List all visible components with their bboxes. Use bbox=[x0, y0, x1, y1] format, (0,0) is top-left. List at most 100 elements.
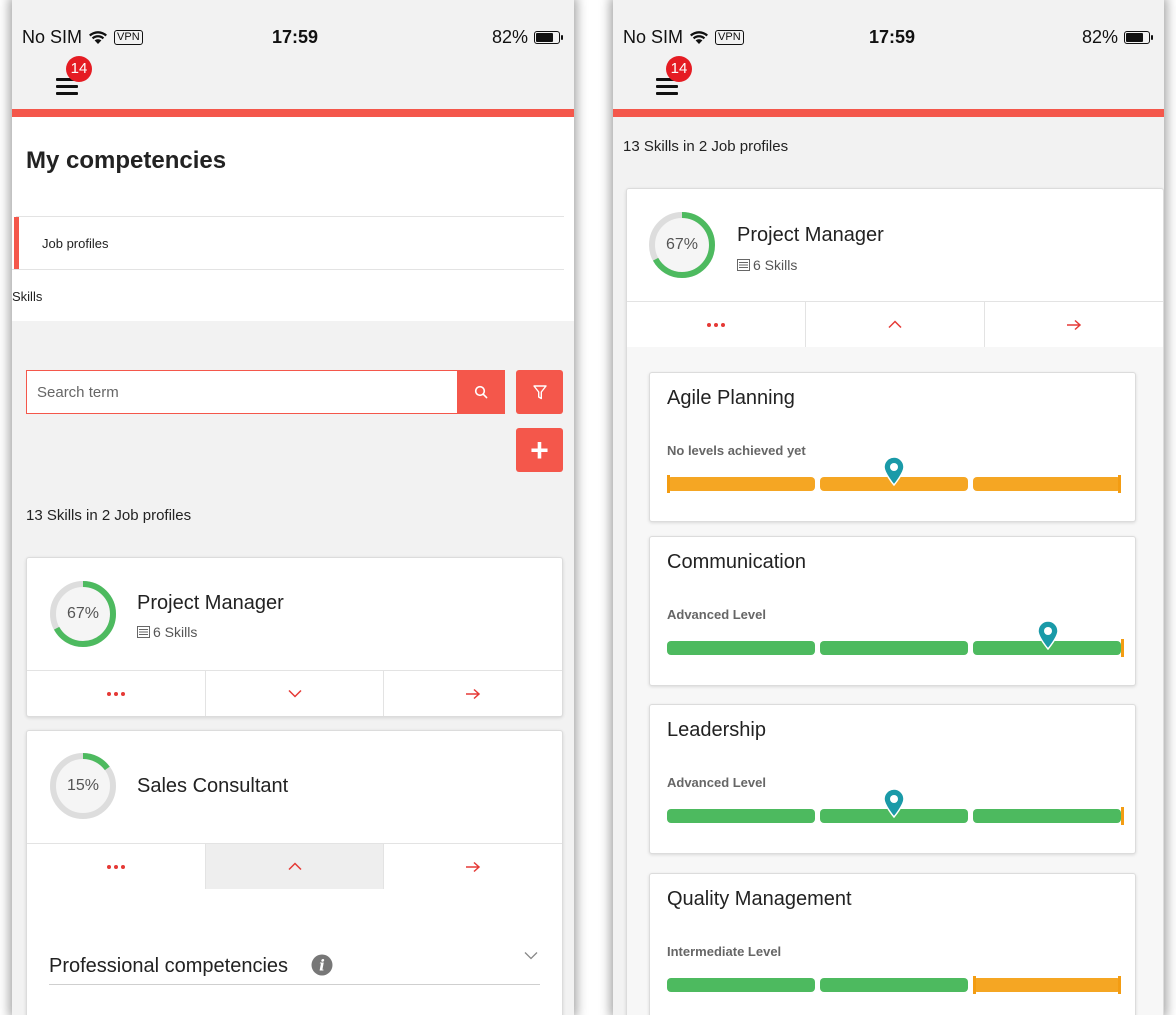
tab-skills[interactable]: Skills bbox=[12, 269, 564, 322]
accent-bar bbox=[613, 109, 1164, 117]
plus-icon: + bbox=[530, 432, 549, 468]
battery-icon bbox=[1124, 31, 1153, 44]
level-segment bbox=[973, 477, 1121, 491]
open-button[interactable] bbox=[384, 671, 562, 716]
add-button[interactable]: + bbox=[516, 428, 563, 472]
list-icon bbox=[137, 626, 150, 638]
skill-name: Quality Management bbox=[667, 888, 852, 910]
target-bracket bbox=[1121, 807, 1124, 825]
professional-competencies-section[interactable]: Professional competencies i bbox=[49, 951, 540, 985]
job-title: Project Manager bbox=[737, 224, 884, 246]
chevron-down-icon bbox=[287, 689, 302, 698]
more-dots-icon bbox=[707, 322, 725, 327]
progress-ring: 67% bbox=[49, 580, 117, 648]
menu-button[interactable]: 14 bbox=[56, 56, 92, 96]
level-bar bbox=[667, 621, 1124, 669]
level-bar bbox=[667, 457, 1121, 505]
menu-button[interactable]: 14 bbox=[656, 56, 692, 96]
more-button[interactable] bbox=[27, 671, 206, 716]
more-dots-icon bbox=[106, 691, 125, 696]
list-icon bbox=[737, 259, 750, 271]
skill-name: Communication bbox=[667, 551, 806, 573]
open-button[interactable] bbox=[985, 302, 1163, 347]
level-segment bbox=[820, 641, 968, 655]
job-card-sales-consultant: 15% Sales Consultant Professional compet… bbox=[26, 730, 563, 1015]
level-segment bbox=[667, 641, 815, 655]
carrier-label: No SIM bbox=[623, 27, 684, 47]
clock: 17:59 bbox=[869, 27, 916, 47]
notification-badge: 14 bbox=[666, 56, 692, 82]
phone-left: No SIM VPN 17:59 82% 14 My competencies … bbox=[12, 0, 574, 1015]
search-button[interactable] bbox=[457, 371, 504, 413]
target-bracket bbox=[973, 976, 976, 994]
skill-name: Agile Planning bbox=[667, 387, 795, 409]
summary-text: 13 Skills in 2 Job profiles bbox=[623, 138, 789, 155]
svg-text:i: i bbox=[319, 957, 325, 975]
target-bracket bbox=[1118, 976, 1121, 994]
info-icon[interactable]: i bbox=[311, 954, 333, 976]
battery-fill bbox=[1126, 33, 1144, 42]
page-title: My competencies bbox=[26, 147, 227, 174]
collapse-button[interactable] bbox=[806, 302, 985, 347]
summary-text: 13 Skills in 2 Job profiles bbox=[26, 507, 192, 524]
section-title: Professional competencies bbox=[49, 955, 289, 977]
tab-list: Job profiles Skills bbox=[12, 216, 564, 322]
filter-icon bbox=[532, 384, 547, 399]
skill-level: Advanced Level bbox=[667, 607, 766, 622]
progress-ring: 67% bbox=[648, 211, 716, 279]
skill-level: No levels achieved yet bbox=[667, 443, 806, 458]
progress-ring: 15% bbox=[49, 752, 117, 820]
skill-card[interactable]: Quality Management Intermediate Level bbox=[649, 873, 1136, 1015]
more-button[interactable] bbox=[27, 844, 206, 889]
progress-percent: 15% bbox=[66, 777, 100, 794]
map-pin-icon bbox=[1037, 621, 1060, 651]
skill-card[interactable]: Communication Advanced Level bbox=[649, 536, 1136, 686]
arrow-right-icon bbox=[466, 688, 481, 699]
level-segment bbox=[973, 809, 1121, 823]
filter-button[interactable] bbox=[516, 370, 563, 414]
search-icon bbox=[474, 385, 487, 399]
chevron-down-icon bbox=[524, 952, 538, 960]
job-card-project-manager: 67% Project Manager 6 Skills bbox=[26, 557, 563, 717]
expand-button[interactable] bbox=[206, 671, 385, 716]
map-pin-icon bbox=[883, 457, 905, 487]
level-segment bbox=[667, 809, 815, 823]
arrow-right-icon bbox=[1067, 319, 1082, 330]
target-bracket bbox=[1121, 639, 1124, 657]
skills-count: 6 Skills bbox=[753, 257, 798, 273]
open-button[interactable] bbox=[384, 844, 562, 889]
tab-job-profiles[interactable]: Job profiles bbox=[14, 216, 564, 269]
carrier-label: No SIM bbox=[22, 27, 83, 47]
search-box bbox=[26, 370, 505, 414]
skill-card[interactable]: Leadership Advanced Level bbox=[649, 704, 1136, 854]
skills-count: 6 Skills bbox=[153, 624, 198, 640]
skill-name: Leadership bbox=[667, 719, 766, 741]
accent-bar bbox=[12, 109, 574, 117]
card-actions bbox=[27, 670, 562, 716]
status-bar: No SIM VPN 17:59 82% bbox=[12, 0, 574, 47]
more-button[interactable] bbox=[627, 302, 806, 347]
skill-card[interactable]: Agile Planning No levels achieved yet bbox=[649, 372, 1136, 522]
card-actions bbox=[627, 301, 1163, 347]
battery-percent: 82% bbox=[491, 27, 528, 47]
skill-level: Intermediate Level bbox=[667, 944, 782, 959]
collapse-button[interactable] bbox=[205, 844, 385, 889]
arrow-right-icon bbox=[466, 861, 481, 872]
chevron-up-icon bbox=[888, 320, 902, 329]
battery-percent: 82% bbox=[1081, 27, 1118, 47]
progress-percent: 67% bbox=[665, 236, 699, 253]
map-pin-icon bbox=[883, 789, 905, 819]
level-segment bbox=[820, 978, 968, 992]
wifi-icon bbox=[690, 31, 709, 44]
phone-right: No SIM VPN 17:59 82% 14 13 Skills in 2 J… bbox=[613, 0, 1164, 1015]
card-actions bbox=[27, 843, 562, 889]
level-bar bbox=[667, 966, 1121, 1006]
status-bar: No SIM VPN 17:59 82% bbox=[613, 0, 1164, 47]
vpn-badge: VPN bbox=[715, 30, 744, 45]
level-segment bbox=[667, 978, 815, 992]
notification-badge: 14 bbox=[66, 56, 92, 82]
skill-level: Advanced Level bbox=[667, 775, 766, 790]
clock: 17:59 bbox=[272, 27, 319, 47]
target-bracket bbox=[667, 475, 670, 493]
search-input[interactable] bbox=[27, 371, 457, 413]
